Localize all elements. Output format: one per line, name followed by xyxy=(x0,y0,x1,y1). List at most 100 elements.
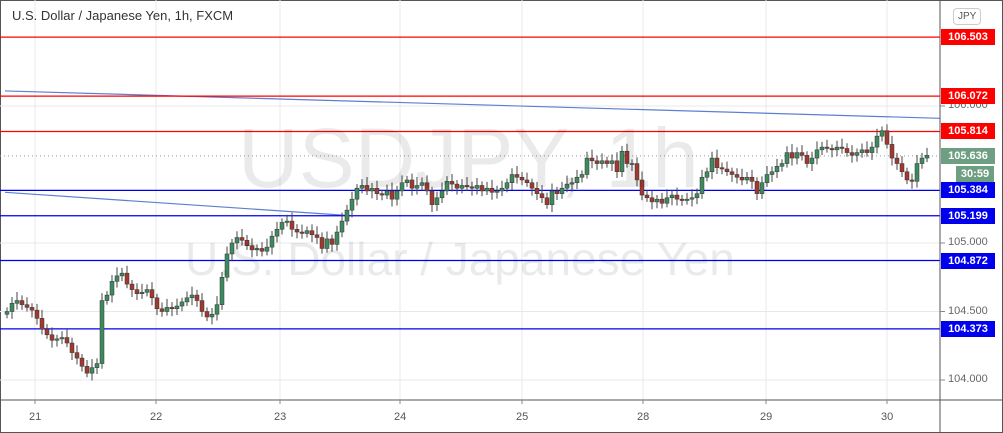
support-level-label: 104.373 xyxy=(941,320,995,337)
candle-down xyxy=(889,144,895,159)
support-level-label: 105.199 xyxy=(941,207,995,224)
candle-down xyxy=(39,318,45,330)
candle-up xyxy=(819,146,825,151)
candle-up xyxy=(744,176,750,181)
resistance-level-label: 106.503 xyxy=(941,29,995,46)
candle-up xyxy=(769,171,775,175)
candle-up xyxy=(764,174,770,183)
time-tick-label: 23 xyxy=(274,411,287,423)
chart-title: U.S. Dollar / Japanese Yen, 1h, FXCM xyxy=(12,8,234,23)
price-chart[interactable] xyxy=(0,0,1003,433)
candle-down xyxy=(74,352,80,359)
candle-up xyxy=(344,209,350,222)
candle-up xyxy=(279,222,285,230)
countdown-label: 30:59 xyxy=(956,165,994,182)
candle-down xyxy=(844,148,850,153)
time-tick-label: 30 xyxy=(881,411,894,423)
candle-down xyxy=(84,366,90,374)
candle-up xyxy=(109,281,115,296)
candle-up xyxy=(119,272,125,277)
candle-down xyxy=(154,297,160,310)
candle-up xyxy=(114,275,120,282)
support-level-label: 104.872 xyxy=(941,252,995,269)
candle-up xyxy=(809,157,815,164)
candle-down xyxy=(839,146,845,149)
candle-up xyxy=(139,292,145,294)
candle-up xyxy=(869,146,875,153)
resistance-level-label: 105.814 xyxy=(941,123,995,140)
candle-up xyxy=(59,337,65,340)
candle-up xyxy=(794,152,800,159)
candle-up xyxy=(924,155,930,159)
resistance-level-label: 106.072 xyxy=(941,88,995,105)
candle-up xyxy=(184,297,190,303)
watermark-name: U.S. Dollar / Japanese Yen xyxy=(185,233,735,285)
candle-down xyxy=(719,167,725,170)
price-tick-label: 105.000 xyxy=(948,236,988,248)
time-tick-label: 28 xyxy=(637,411,650,423)
candle-up xyxy=(214,304,220,315)
candle-down xyxy=(159,308,165,312)
candle-up xyxy=(284,220,290,223)
candle-down xyxy=(169,307,175,310)
candle-down xyxy=(789,152,795,159)
candle-up xyxy=(339,220,345,233)
candle-up xyxy=(174,305,180,310)
candle-up xyxy=(784,152,790,164)
candle-up xyxy=(144,289,150,293)
candle-down xyxy=(724,168,730,173)
time-tick-label: 22 xyxy=(150,411,163,423)
candle-down xyxy=(194,294,200,301)
candle-up xyxy=(919,157,925,164)
currency-button[interactable]: JPY xyxy=(953,8,982,25)
candle-up xyxy=(699,176,705,194)
candle-up xyxy=(759,182,765,194)
candle-down xyxy=(19,300,25,305)
candle-up xyxy=(914,163,920,182)
candle-up xyxy=(874,135,880,148)
candle-down xyxy=(199,300,205,312)
candle-down xyxy=(849,152,855,156)
candle-down xyxy=(899,163,905,173)
candle-down xyxy=(44,329,50,336)
candle-down xyxy=(749,176,755,182)
candle-down xyxy=(134,289,140,294)
candle-down xyxy=(714,157,720,168)
candle-down xyxy=(754,181,760,194)
candle-down xyxy=(824,146,830,149)
candle-down xyxy=(884,130,890,145)
candle-down xyxy=(909,179,915,182)
candle-up xyxy=(814,149,820,159)
candle-up xyxy=(879,130,885,137)
candle-down xyxy=(729,171,735,175)
time-tick-label: 29 xyxy=(760,411,773,423)
candle-down xyxy=(829,148,835,151)
candle-down xyxy=(124,272,130,285)
candle-down xyxy=(739,176,745,181)
candle-down xyxy=(804,155,810,164)
candle-up xyxy=(4,311,10,315)
candle-up xyxy=(189,294,195,299)
candle-up xyxy=(854,152,860,156)
candle-down xyxy=(904,171,910,181)
candle-up xyxy=(14,300,20,304)
candle-down xyxy=(49,334,55,341)
candle-down xyxy=(29,307,35,311)
candle-down xyxy=(129,283,135,290)
candle-down xyxy=(734,174,740,178)
candle-up xyxy=(704,171,710,178)
candle-up xyxy=(94,363,100,368)
candle-down xyxy=(799,152,805,156)
time-tick-label: 21 xyxy=(29,411,42,423)
candle-up xyxy=(179,301,185,307)
candle-up xyxy=(99,300,105,364)
candle-down xyxy=(79,357,85,367)
time-tick-label: 24 xyxy=(394,411,407,423)
time-tick-label: 25 xyxy=(516,411,529,423)
candle-up xyxy=(164,307,170,312)
candle-up xyxy=(89,367,95,374)
candle-down xyxy=(289,220,295,230)
candle-down xyxy=(149,289,155,299)
candle-up xyxy=(9,303,15,312)
candle-up xyxy=(104,294,110,301)
